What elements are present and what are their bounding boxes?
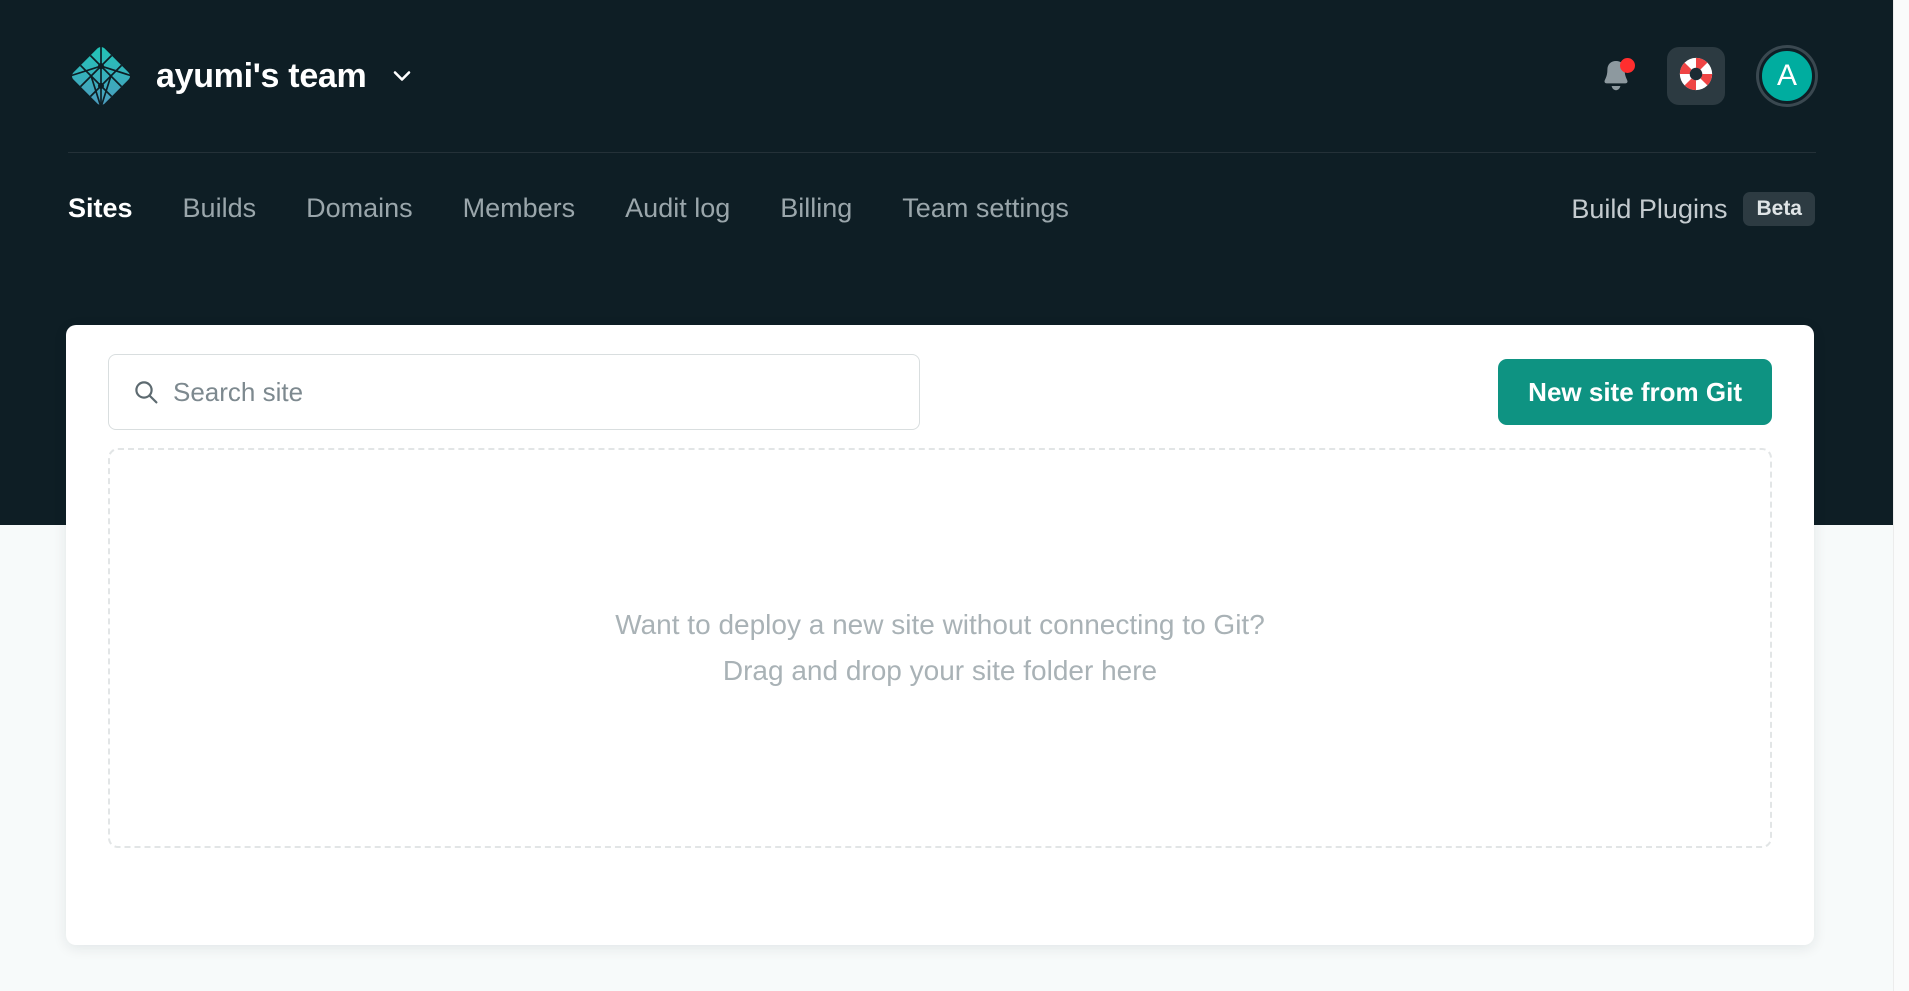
nav-item-list: Sites Builds Domains Members Audit log B… — [68, 193, 1069, 226]
nav-item-billing[interactable]: Billing — [780, 193, 852, 226]
dropzone-line-1: Want to deploy a new site without connec… — [615, 609, 1265, 640]
top-bar: ayumi's team A — [0, 0, 1893, 152]
notifications-button[interactable] — [1599, 58, 1635, 94]
avatar-initial: A — [1776, 59, 1797, 92]
sites-toolbar: New site from Git — [66, 325, 1814, 459]
notifications-unread-dot — [1620, 58, 1635, 73]
chevron-down-icon — [392, 66, 412, 86]
nav-item-team-settings[interactable]: Team settings — [902, 193, 1069, 226]
team-switcher[interactable]: ayumi's team — [68, 43, 412, 109]
sites-card: New site from Git Want to deploy a new s… — [66, 325, 1814, 945]
nav-item-audit-log[interactable]: Audit log — [625, 193, 730, 226]
site-folder-dropzone[interactable]: Want to deploy a new site without connec… — [108, 448, 1772, 848]
netlify-diamond-logo-icon — [68, 43, 134, 109]
help-button[interactable] — [1667, 47, 1725, 105]
lifebuoy-icon — [1677, 55, 1715, 98]
beta-badge: Beta — [1743, 192, 1815, 226]
search-input[interactable] — [173, 376, 895, 408]
nav-item-domains[interactable]: Domains — [306, 193, 413, 226]
top-bar-actions: A — [1599, 47, 1815, 105]
nav-secondary: Build Plugins Beta — [1571, 192, 1815, 226]
netlify-team-sites-page: ayumi's team A Sites Builds Domains Memb… — [0, 0, 1909, 991]
user-avatar[interactable]: A — [1759, 48, 1815, 104]
vertical-scrollbar[interactable] — [1893, 0, 1909, 991]
nav-item-build-plugins[interactable]: Build Plugins — [1571, 194, 1727, 225]
search-site-field[interactable] — [108, 354, 920, 430]
new-site-from-git-button[interactable]: New site from Git — [1498, 359, 1772, 425]
nav-item-sites[interactable]: Sites — [68, 193, 133, 226]
dropzone-line-2: Drag and drop your site folder here — [722, 655, 1158, 686]
primary-nav: Sites Builds Domains Members Audit log B… — [0, 153, 1893, 265]
search-icon — [133, 379, 159, 405]
nav-item-builds[interactable]: Builds — [183, 193, 257, 226]
nav-item-members[interactable]: Members — [463, 193, 576, 226]
team-name: ayumi's team — [156, 56, 367, 95]
